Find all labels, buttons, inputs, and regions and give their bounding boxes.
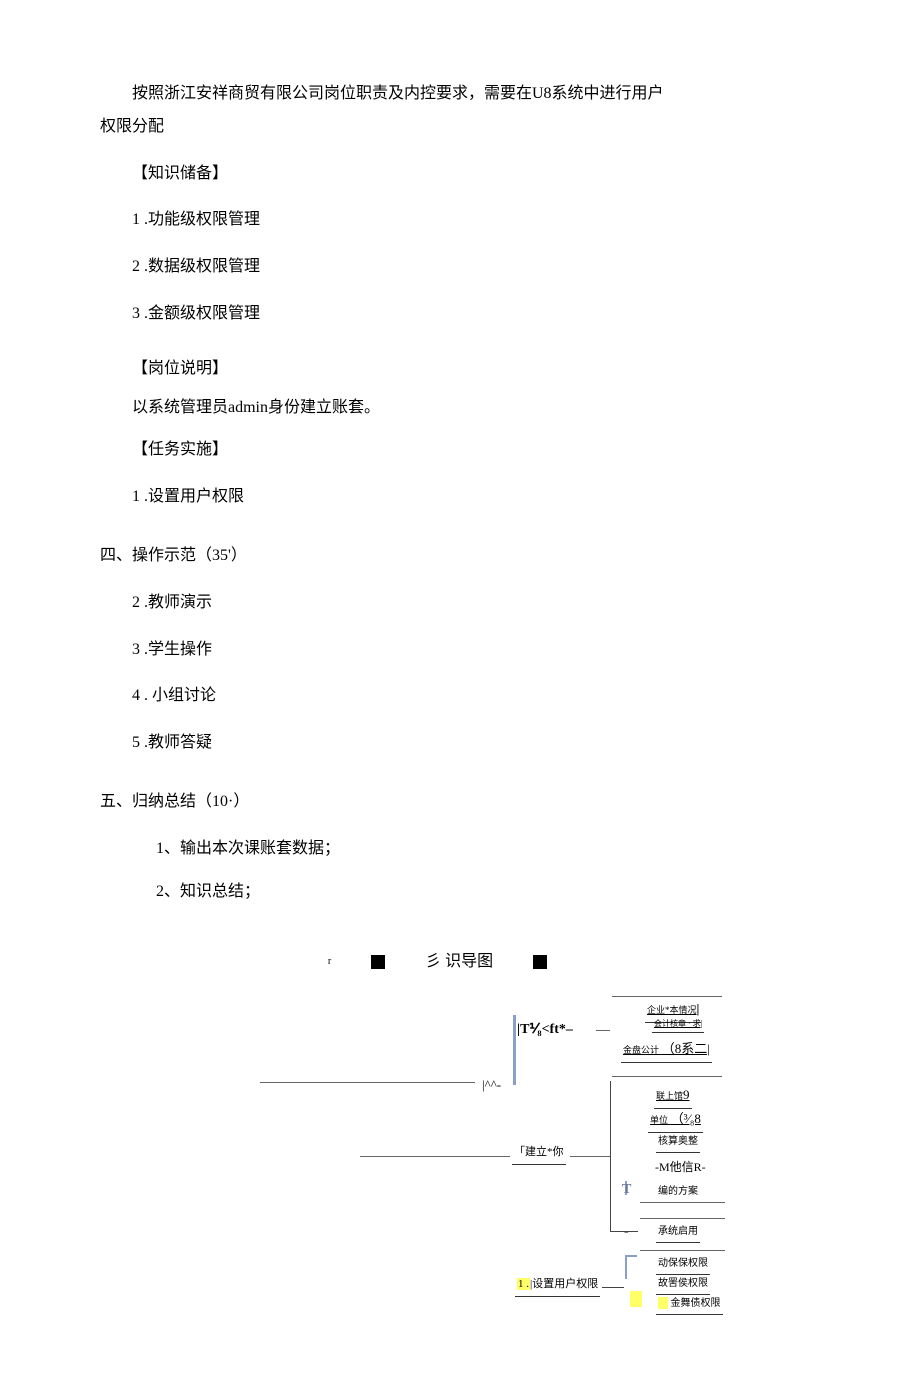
diagram-left-sub: r bbox=[328, 953, 331, 971]
node-branch-bot: 1 .|设置用户权限 bbox=[515, 1275, 600, 1297]
knowledge-item-1: 1 .功能级权限管理 bbox=[100, 206, 820, 235]
t-marker: T bbox=[622, 1177, 631, 1202]
mindmap-diagram: |^^- |T⅟₈<ft*– 「建立*你 1 .|设置用户权限 企业*本情况| … bbox=[100, 991, 820, 1341]
leaf-a3-right: （8系二| bbox=[662, 1041, 710, 1056]
leaf-d1: 动保保权限 bbox=[656, 1255, 710, 1275]
demo-item-3: 4 . 小组讨论 bbox=[100, 682, 820, 711]
summary-item-2: 2、知识总结； bbox=[100, 878, 820, 907]
intro-line-2: 权限分配 bbox=[100, 113, 820, 142]
group-d-overline bbox=[640, 1249, 725, 1251]
leaf-b1-left: 联上馆 bbox=[656, 1091, 683, 1101]
intro-line-1: 按照浙江安祥商贸有限公司岗位职责及内控要求，需要在U8系统中进行用户 bbox=[100, 80, 820, 109]
diagram-title-text: 彡 识导图 bbox=[425, 948, 493, 977]
conn-c-h bbox=[610, 1231, 638, 1232]
black-square-right-icon bbox=[533, 955, 547, 969]
position-body: 以系统管理员admin身份建立账套。 bbox=[100, 394, 820, 423]
conn-mid-left bbox=[570, 1155, 610, 1157]
leaf-d2: 故罟侯权限 bbox=[656, 1275, 710, 1295]
summary-item-1: 1、输出本次课账套数据； bbox=[100, 835, 820, 864]
node-branch-top: |T⅟₈<ft*– bbox=[515, 1017, 575, 1043]
conn-d-h bbox=[602, 1287, 624, 1288]
hl-d3 bbox=[658, 1297, 668, 1309]
summary-heading: 五、归纳总结（10·） bbox=[100, 788, 820, 817]
leaf-a3-left: 金盘公计 bbox=[623, 1045, 659, 1055]
black-square-left-icon bbox=[371, 955, 385, 969]
root-underline bbox=[260, 1081, 475, 1083]
conn-top bbox=[596, 1029, 610, 1031]
knowledge-item-2: 2 .数据级权限管理 bbox=[100, 253, 820, 282]
task-item-1: 1 .设置用户权限 bbox=[100, 483, 820, 512]
group-c-overline bbox=[640, 1217, 725, 1219]
leaf-b4: -M他信R- bbox=[653, 1157, 708, 1180]
group-b-overline bbox=[612, 1075, 722, 1077]
demo-heading: 四、操作示范（35'） bbox=[100, 542, 820, 571]
leaf-a2: 会计核章 · 求| bbox=[652, 1017, 704, 1033]
leaf-b2-left: 单位 bbox=[650, 1115, 668, 1125]
leaf-a1-suffix: | bbox=[697, 1001, 700, 1016]
leaf-b2: 单位 （³⁄₈8 bbox=[648, 1107, 703, 1133]
leaf-a3: 金盘公计 （8系二| bbox=[621, 1037, 712, 1063]
hl-bottom bbox=[630, 1291, 642, 1307]
leaf-b1-right: 9 bbox=[683, 1087, 690, 1102]
leaf-b3: 核算奥整 bbox=[656, 1133, 700, 1153]
mid-underline bbox=[360, 1155, 510, 1157]
leaf-b1: 联上馆9 bbox=[654, 1083, 692, 1109]
diagram-title-row: r 彡 识导图 bbox=[100, 946, 820, 976]
group-a-overline bbox=[612, 995, 722, 997]
demo-item-4: 5 .教师答疑 bbox=[100, 729, 820, 758]
group-b-underline bbox=[640, 1201, 725, 1203]
blue-v-d bbox=[625, 1255, 627, 1279]
leaf-b2-right: （³⁄₈8 bbox=[671, 1111, 701, 1126]
knowledge-item-3: 3 .金额级权限管理 bbox=[100, 300, 820, 329]
position-heading: 【岗位说明】 bbox=[100, 355, 820, 384]
knowledge-heading: 【知识储备】 bbox=[100, 160, 820, 189]
task-heading: 【任务实施】 bbox=[100, 436, 820, 465]
leaf-d3-text: 金舞债权限 bbox=[671, 1298, 721, 1309]
node-root: |^^- bbox=[480, 1073, 503, 1097]
leaf-d3: 金舞债权限 bbox=[656, 1295, 723, 1315]
leaf-a1-text: 企业*本情况 bbox=[647, 1005, 697, 1015]
hl-1: 1 . bbox=[517, 1278, 530, 1290]
conn-mid-vert bbox=[610, 1081, 611, 1231]
node-branch-bot-label: |设置用户权限 bbox=[530, 1278, 598, 1290]
node-branch-mid: 「建立*你 bbox=[512, 1143, 566, 1165]
bluebar-top bbox=[513, 1015, 516, 1085]
demo-item-1: 2 .教师演示 bbox=[100, 589, 820, 618]
leaf-c1: 承统启用 bbox=[656, 1223, 700, 1243]
demo-item-2: 3 .学生操作 bbox=[100, 636, 820, 665]
leaf-b5: 编的方案 bbox=[656, 1183, 700, 1203]
